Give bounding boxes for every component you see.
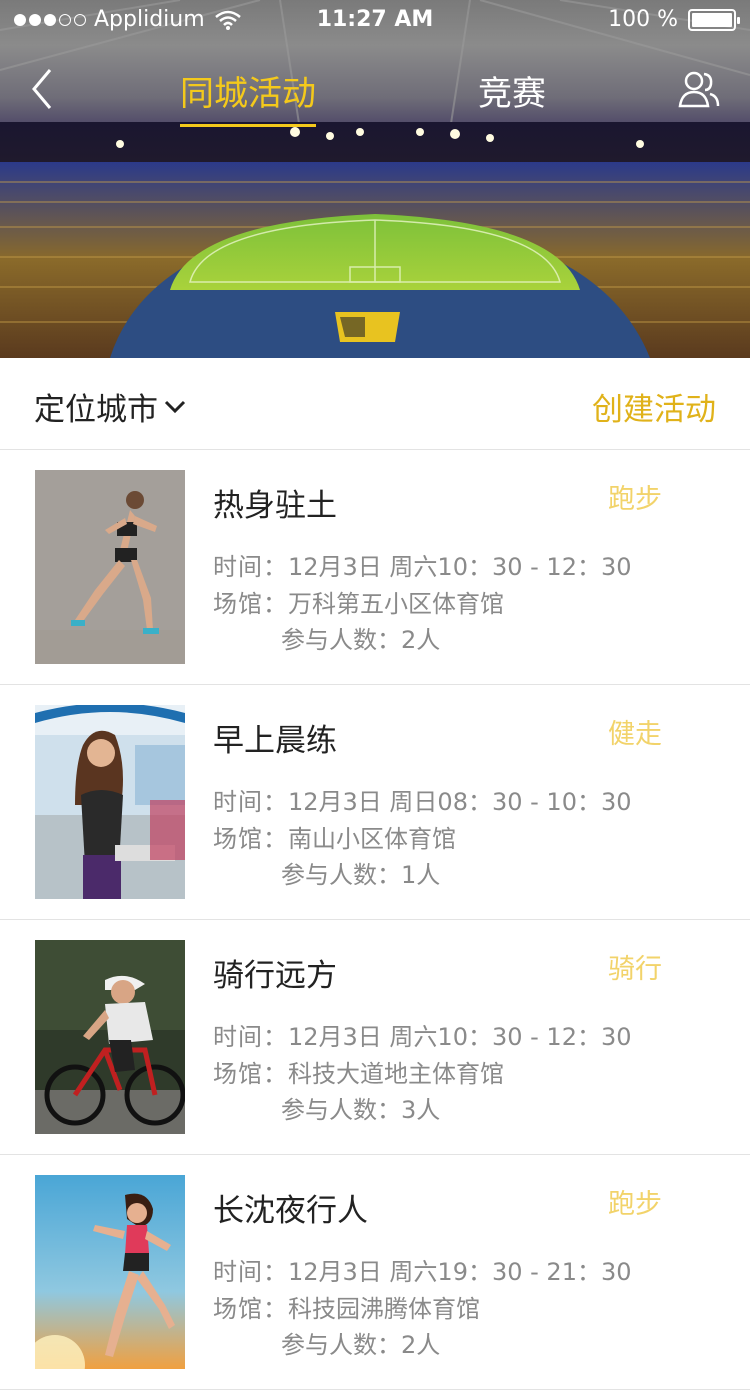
activity-time: 时间：12月3日 周六10：30 - 12：30 (213, 547, 632, 582)
activity-thumbnail (35, 705, 185, 899)
venue-label: 场馆： (213, 1295, 288, 1323)
venue-value: 科技大道地主体育馆 (288, 1060, 504, 1088)
venue-value: 科技园沸腾体育馆 (288, 1295, 480, 1323)
activity-participants: 参与人数：2人 (281, 1325, 440, 1360)
tab-label: 同城活动 (180, 74, 316, 114)
activity-list: 热身驻土 跑步 时间：12月3日 周六10：30 - 12：30 场馆：万科第五… (0, 450, 750, 1390)
tab-label: 竞赛 (478, 74, 546, 114)
venue-label: 场馆： (213, 1060, 288, 1088)
activity-thumbnail (35, 470, 185, 664)
filter-bar: 定位城市 创建活动 (0, 358, 750, 450)
city-selector[interactable]: 定位城市 (34, 384, 186, 429)
time-label: 时间： (213, 1258, 288, 1286)
venue-value: 万科第五小区体育馆 (288, 590, 504, 618)
back-icon[interactable] (24, 64, 64, 114)
time-value: 12月3日 周六19：30 - 21：30 (288, 1258, 632, 1286)
activity-time: 时间：12月3日 周六10：30 - 12：30 (213, 1017, 632, 1052)
activity-tag: 骑行 (608, 954, 662, 985)
participants-value: 1人 (401, 861, 441, 889)
activity-venue: 场馆：科技大道地主体育馆 (213, 1054, 504, 1089)
nav-bar: 同城活动 竞赛 (0, 44, 750, 128)
participants-label: 参与人数： (281, 1096, 401, 1124)
time-label: 时间： (213, 553, 288, 581)
list-item[interactable]: 热身驻土 跑步 时间：12月3日 周六10：30 - 12：30 场馆：万科第五… (0, 450, 750, 685)
stadium-image (0, 122, 750, 358)
participants-label: 参与人数： (281, 861, 401, 889)
activity-tag: 跑步 (608, 484, 662, 515)
activity-tag: 跑步 (608, 1189, 662, 1220)
tab-local-activities[interactable]: 同城活动 (180, 66, 316, 127)
venue-label: 场馆： (213, 590, 288, 618)
battery-percent: 100 % (608, 7, 678, 32)
participants-value: 3人 (401, 1096, 441, 1124)
time-label: 时间： (213, 788, 288, 816)
activity-participants: 参与人数：2人 (281, 620, 440, 655)
activity-title: 热身驻土 (213, 488, 337, 524)
tab-indicator (180, 124, 316, 127)
city-label: 定位城市 (34, 392, 158, 428)
activity-thumbnail (35, 1175, 185, 1369)
activity-tag: 健走 (608, 719, 662, 750)
time-label: 时间： (213, 1023, 288, 1051)
list-item[interactable]: 骑行远方 骑行 时间：12月3日 周六10：30 - 12：30 场馆：科技大道… (0, 920, 750, 1155)
list-item[interactable]: 早上晨练 健走 时间：12月3日 周日08：30 - 10：30 场馆：南山小区… (0, 685, 750, 920)
status-bar: Applidium 11:27 AM 100 % (0, 0, 750, 44)
activity-venue: 场馆：科技园沸腾体育馆 (213, 1289, 480, 1324)
activity-venue: 场馆：南山小区体育馆 (213, 819, 456, 854)
activity-thumbnail (35, 940, 185, 1134)
activity-time: 时间：12月3日 周六19：30 - 21：30 (213, 1252, 632, 1287)
hero-banner: Applidium 11:27 AM 100 % 同城活动 竞赛 (0, 0, 750, 358)
tab-competition[interactable]: 竞赛 (478, 66, 546, 115)
time-value: 12月3日 周六10：30 - 12：30 (288, 1023, 632, 1051)
participants-value: 2人 (401, 1331, 441, 1359)
list-item[interactable]: 长沈夜行人 跑步 时间：12月3日 周六19：30 - 21：30 场馆：科技园… (0, 1155, 750, 1390)
venue-label: 场馆： (213, 825, 288, 853)
chevron-down-icon (164, 400, 186, 413)
activity-title: 骑行远方 (213, 958, 337, 994)
activity-title: 长沈夜行人 (213, 1193, 368, 1229)
time-value: 12月3日 周日08：30 - 10：30 (288, 788, 632, 816)
battery-icon (688, 8, 740, 31)
create-activity-button[interactable]: 创建活动 (592, 384, 716, 429)
time-value: 12月3日 周六10：30 - 12：30 (288, 553, 632, 581)
activity-venue: 场馆：万科第五小区体育馆 (213, 584, 504, 619)
activity-participants: 参与人数：1人 (281, 855, 440, 890)
activity-participants: 参与人数：3人 (281, 1090, 440, 1125)
participants-value: 2人 (401, 626, 441, 654)
participants-label: 参与人数： (281, 1331, 401, 1359)
friends-icon[interactable] (678, 68, 720, 110)
battery: 100 % (608, 7, 740, 32)
activity-time: 时间：12月3日 周日08：30 - 10：30 (213, 782, 632, 817)
venue-value: 南山小区体育馆 (288, 825, 456, 853)
activity-title: 早上晨练 (213, 723, 337, 759)
participants-label: 参与人数： (281, 626, 401, 654)
